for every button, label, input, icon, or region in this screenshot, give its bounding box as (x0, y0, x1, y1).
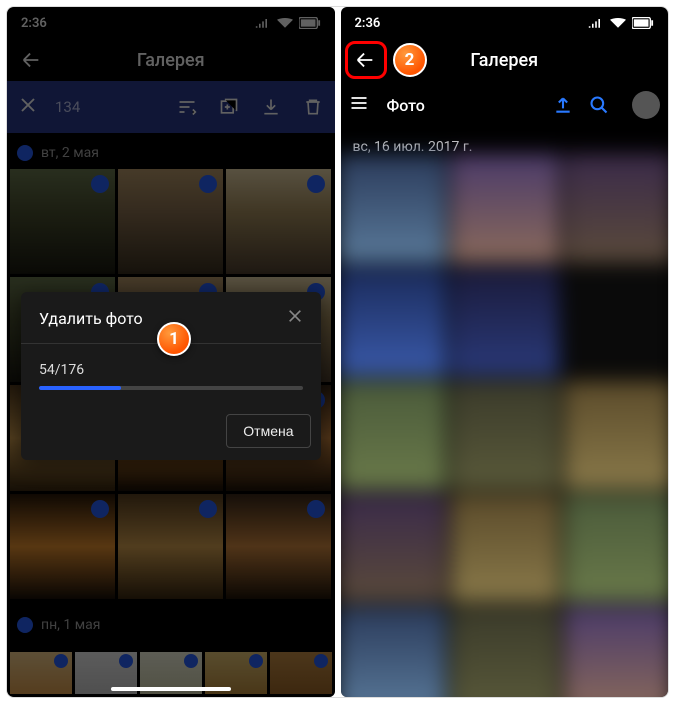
dialog-title: Удалить фото (39, 309, 143, 328)
avatar[interactable] (632, 91, 660, 119)
blurred-photo-grid (341, 154, 669, 697)
upload-button[interactable] (552, 95, 574, 115)
tab-photos[interactable]: Фото (387, 96, 425, 115)
status-bar: 2:36 (341, 7, 669, 39)
home-indicator[interactable] (111, 687, 231, 691)
cancel-button[interactable]: Отмена (226, 414, 310, 448)
callout-badge-2: 2 (393, 43, 427, 77)
date-label: вс, 16 июл. 2017 г. (353, 139, 473, 155)
hamburger-icon (349, 93, 369, 113)
status-time: 2:36 (355, 16, 381, 31)
tabs-row: Фото (341, 81, 669, 129)
close-icon (287, 308, 303, 324)
battery-icon (632, 17, 654, 29)
progress-bar (39, 386, 303, 390)
upload-icon (553, 95, 573, 115)
dialog-close-button[interactable] (287, 308, 303, 329)
signal-icon (588, 17, 604, 29)
right-phone-screen: 2:36 Галерея Фото (341, 7, 669, 697)
search-button[interactable] (588, 95, 610, 115)
page-title: Галерея (470, 50, 538, 71)
left-phone-screen: 2:36 Галерея 134 (7, 7, 335, 697)
progress-fill (39, 386, 121, 390)
menu-button[interactable] (349, 93, 373, 117)
callout-highlight (345, 41, 387, 79)
search-icon (589, 95, 609, 115)
callout-badge-1: 1 (157, 322, 191, 356)
wifi-icon (610, 17, 626, 29)
delete-progress-dialog: Удалить фото 54/176 Отмена (21, 292, 321, 460)
header: Галерея (341, 39, 669, 81)
progress-counter: 54/176 (39, 362, 303, 378)
